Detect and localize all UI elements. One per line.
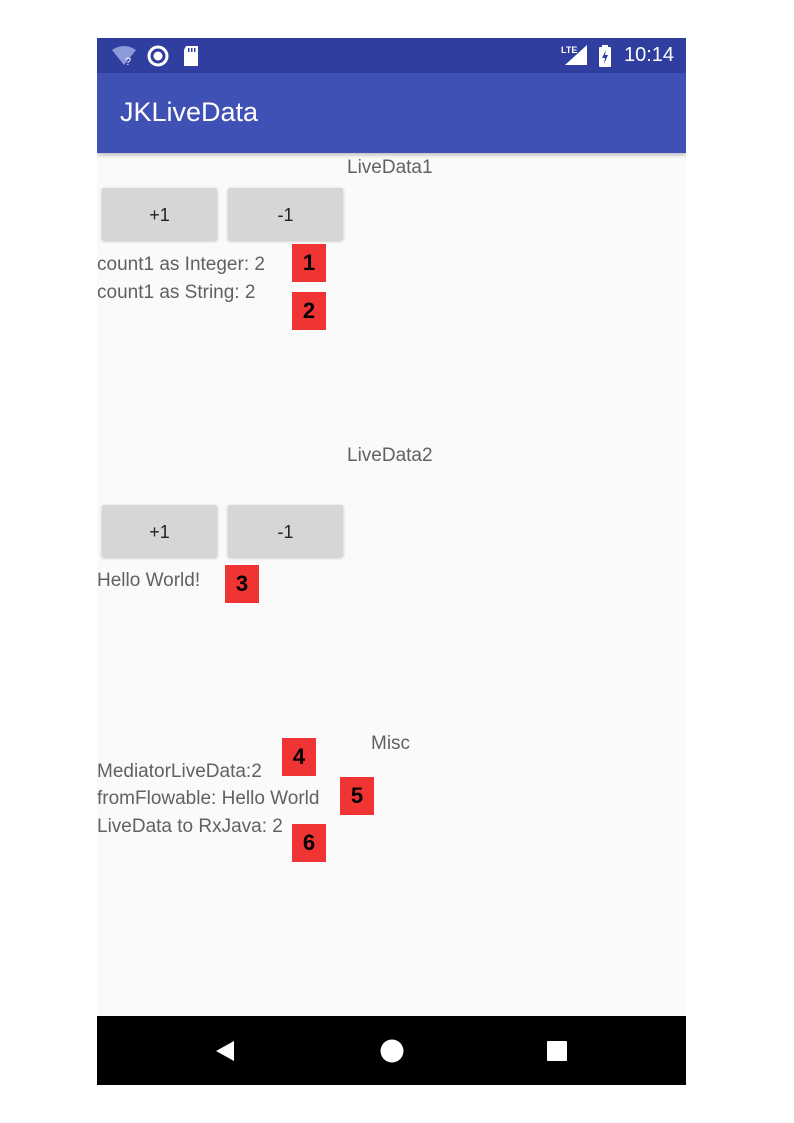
home-icon[interactable]: [342, 1016, 442, 1085]
clock-time: 10:14: [624, 44, 675, 66]
annotation-marker-4: 4: [282, 738, 316, 776]
count1-string-text: count1 as String: 2: [97, 282, 256, 303]
battery-charging-icon: [598, 45, 612, 72]
livedata2-decrement-button[interactable]: -1: [228, 505, 343, 557]
section-title-misc: Misc: [371, 733, 411, 754]
app-title: JKLiveData: [120, 97, 259, 127]
recents-icon[interactable]: [507, 1016, 607, 1085]
section-title-livedata2: LiveData2: [347, 445, 433, 466]
phone-screen: ? LTE 10:14 JKLiveData LiveData1 +1 -1 c…: [97, 38, 686, 1085]
lte-label: LTE: [561, 45, 577, 55]
mediator-livedata-text: MediatorLiveData:2: [97, 761, 262, 782]
annotation-marker-1: 1: [292, 244, 326, 282]
annotation-marker-6: 6: [292, 824, 326, 862]
wifi-icon: ?: [111, 45, 137, 72]
annotation-marker-3: 3: [225, 565, 259, 603]
back-icon[interactable]: [175, 1016, 275, 1085]
annotation-marker-2: 2: [292, 292, 326, 330]
hello-world-text: Hello World!: [97, 570, 201, 591]
livedata-to-rxjava-text: LiveData to RxJava: 2: [97, 816, 283, 837]
livedata2-increment-button[interactable]: +1: [102, 505, 217, 557]
from-flowable-text: fromFlowable: Hello World: [97, 788, 320, 809]
status-bar: ? LTE 10:14: [97, 38, 686, 73]
lte-signal-icon: LTE: [561, 43, 589, 72]
annotation-marker-5: 5: [340, 777, 374, 815]
app-bar: JKLiveData: [97, 73, 686, 153]
svg-text:?: ?: [125, 56, 131, 67]
main-content: LiveData1 +1 -1 count1 as Integer: 2 cou…: [97, 153, 686, 1016]
sync-circle-icon: [147, 45, 169, 72]
section-title-livedata1: LiveData1: [347, 157, 433, 178]
count1-integer-text: count1 as Integer: 2: [97, 254, 265, 275]
livedata1-increment-button[interactable]: +1: [102, 188, 217, 240]
sd-card-icon: [182, 45, 200, 72]
livedata1-decrement-button[interactable]: -1: [228, 188, 343, 240]
navigation-bar: [97, 1016, 686, 1085]
